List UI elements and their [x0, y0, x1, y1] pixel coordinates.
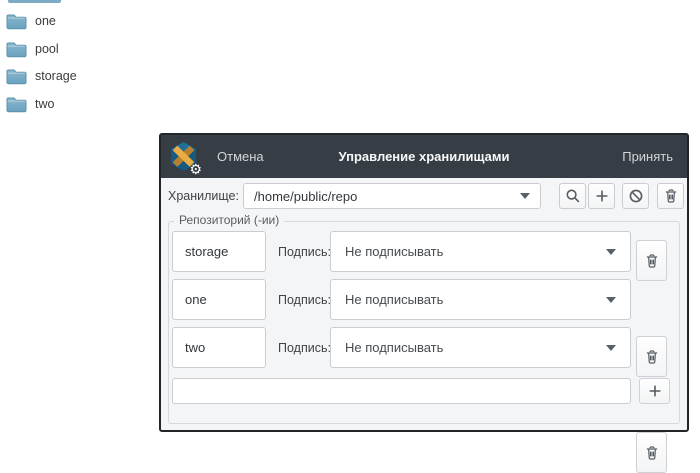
sign-select-value: Не подписывать	[345, 340, 444, 355]
repositories-legend: Репозиторий (-ии)	[174, 213, 285, 227]
trash-icon	[644, 445, 660, 461]
folder-icon	[6, 41, 27, 58]
trash-icon	[644, 253, 660, 269]
new-repo-input[interactable]	[172, 378, 631, 404]
package-manager-app-icon: ⚙	[168, 141, 202, 176]
dialog-content: Хранилище: /home/public/repo Репозиторий…	[161, 178, 687, 473]
file-name: one	[35, 14, 56, 28]
file-name: storage	[35, 69, 77, 83]
list-item[interactable]: storage	[6, 65, 77, 87]
dialog-titlebar: ⚙ Отмена Управление хранилищами Принять	[161, 135, 687, 178]
sign-label: Подпись:	[278, 340, 331, 355]
delete-storage-button[interactable]	[657, 183, 684, 209]
sign-select-value: Не подписывать	[345, 292, 444, 307]
storage-path-value: /home/public/repo	[254, 188, 358, 204]
trash-icon	[663, 188, 679, 204]
repo-row-one: Подпись: Не подписывать	[172, 279, 676, 377]
repo-row-storage: Подпись: Не подписывать	[172, 231, 676, 281]
add-repo-button[interactable]	[639, 378, 670, 404]
search-button[interactable]	[559, 183, 586, 209]
list-item[interactable]: one	[6, 10, 56, 32]
chevron-down-icon	[606, 248, 616, 255]
chevron-down-icon	[606, 344, 616, 351]
search-icon	[565, 188, 581, 204]
block-icon	[628, 188, 644, 204]
accept-button[interactable]: Принять	[622, 149, 673, 164]
storage-path-row: Хранилище: /home/public/repo	[168, 183, 541, 209]
disable-storage-button[interactable]	[622, 183, 649, 209]
sign-label: Подпись:	[278, 244, 331, 259]
storage-label: Хранилище:	[168, 189, 239, 203]
storage-path-combobox[interactable]: /home/public/repo	[243, 183, 541, 209]
chevron-down-icon	[606, 296, 616, 303]
delete-repo-button[interactable]	[636, 240, 667, 281]
file-name: two	[35, 97, 55, 111]
repositories-groupbox: Репозиторий (-ии) Подпись: Не подписыват…	[168, 213, 680, 473]
storage-management-dialog: ⚙ Отмена Управление хранилищами Принять …	[159, 133, 689, 473]
cancel-button[interactable]: Отмена	[217, 149, 264, 164]
file-name: pool	[35, 42, 59, 56]
add-storage-button[interactable]	[588, 183, 615, 209]
folder-icon	[6, 13, 27, 30]
folder-icon	[6, 96, 27, 113]
sign-label: Подпись:	[278, 292, 331, 307]
list-item[interactable]: pool	[6, 38, 59, 60]
repo-name-input[interactable]	[172, 279, 266, 320]
list-item[interactable]: two	[6, 93, 54, 115]
plus-icon	[647, 383, 663, 399]
chevron-down-icon	[520, 193, 530, 199]
delete-repo-button[interactable]	[636, 432, 667, 473]
gear-icon: ⚙	[189, 161, 202, 177]
repo-row-two: Подпись: Не подписывать	[172, 327, 676, 473]
sign-select-value: Не подписывать	[345, 244, 444, 259]
sign-select[interactable]: Не подписывать	[330, 231, 631, 272]
sign-select[interactable]: Не подписывать	[330, 327, 631, 368]
repo-name-input[interactable]	[172, 327, 266, 368]
repo-name-input[interactable]	[172, 231, 266, 272]
add-repo-row	[172, 378, 676, 404]
folder-icon	[6, 68, 27, 85]
sign-select[interactable]: Не подписывать	[330, 279, 631, 320]
plus-icon	[594, 188, 610, 204]
folder-icon-partial	[8, 0, 61, 3]
